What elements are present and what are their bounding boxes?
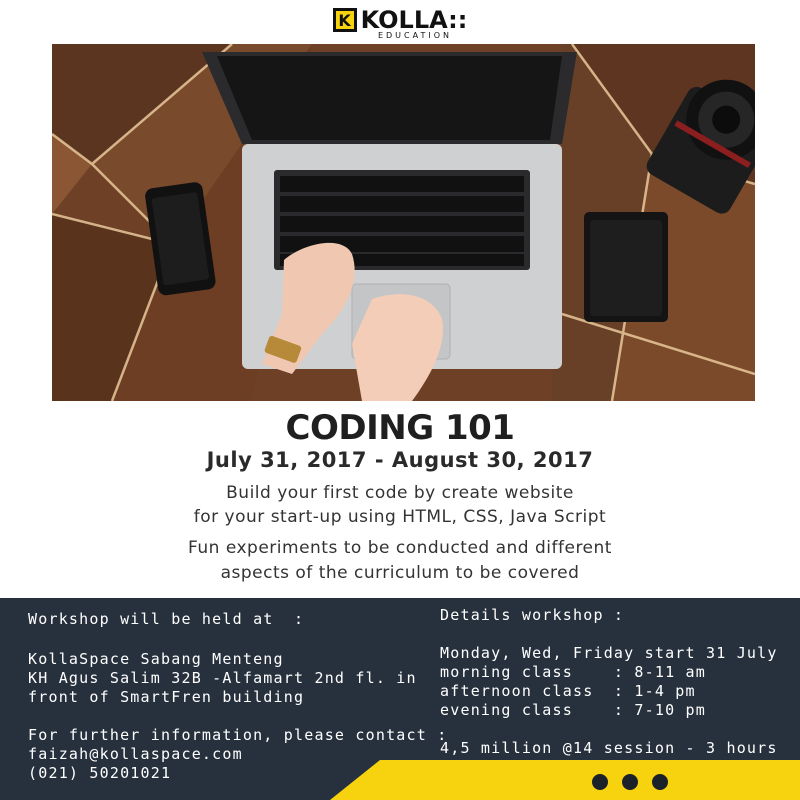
brand-logo: K KOLLA:: EDUCATION	[0, 6, 800, 46]
brand-subtitle: EDUCATION	[377, 31, 453, 40]
pagination-dots	[592, 774, 668, 790]
dot-icon	[652, 774, 668, 790]
brand-name: KOLLA::	[360, 6, 468, 34]
hero-photo	[52, 44, 755, 401]
dot-icon	[622, 774, 638, 790]
description-line: aspects of the curriculum to be covered	[220, 563, 580, 583]
info-panel: Workshop will be held at : KollaSpace Sa…	[0, 598, 800, 800]
dot-icon	[592, 774, 608, 790]
page-title: CODING 101	[285, 408, 515, 448]
laptop-desk-photo-icon	[52, 44, 755, 401]
decorative-stripe-icon	[330, 760, 800, 800]
logo-mark-icon: K	[332, 8, 357, 32]
description-line: Build your first code by create website	[226, 483, 574, 503]
description-line: Fun experiments to be conducted and diff…	[188, 538, 612, 558]
event-dates: July 31, 2017 - August 30, 2017	[206, 448, 594, 472]
description-line: for your start-up using HTML, CSS, Java …	[193, 507, 607, 527]
